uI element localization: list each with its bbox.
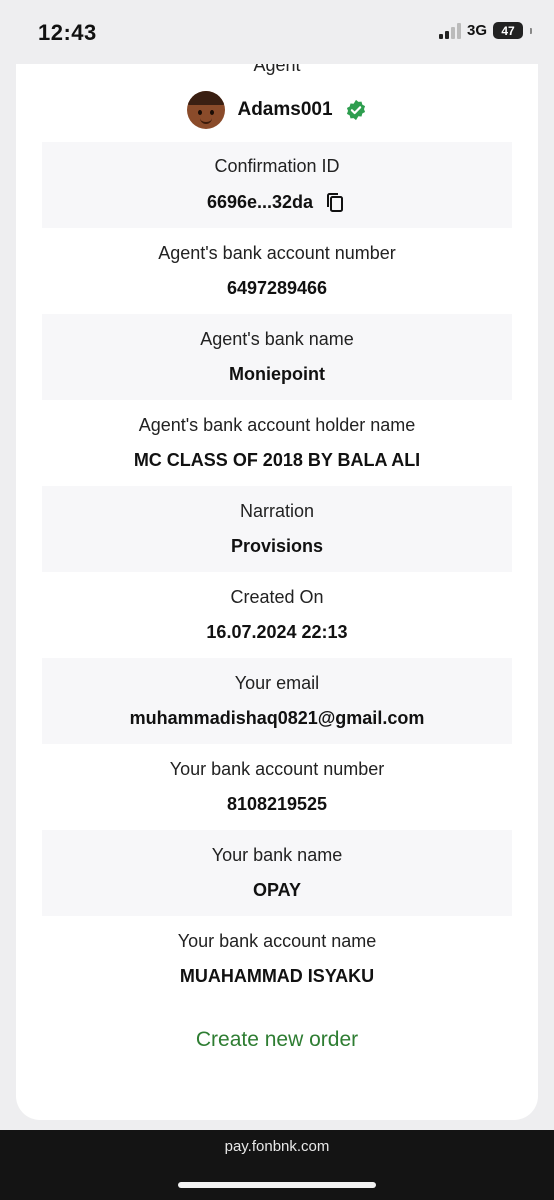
detail-value: 6696e...32da (207, 191, 347, 215)
home-indicator[interactable] (178, 1182, 376, 1188)
detail-value: OPAY (252, 880, 302, 900)
battery-level: 47 (501, 23, 515, 38)
confirmation-id-value: 6696e...32da (206, 192, 314, 212)
detail-value: MUAHAMMAD ISYAKU (179, 966, 375, 986)
detail-label: Agent's bank account holder name (138, 415, 416, 435)
details-list: Confirmation ID 6696e...32da Agent's ban… (42, 142, 512, 1002)
detail-row-confirmation-id: Confirmation ID 6696e...32da (42, 142, 512, 228)
detail-row-your-email: Your email muhammadishaq0821@gmail.com (42, 658, 512, 744)
detail-label: Your bank account name (177, 931, 377, 951)
detail-label: Your bank account number (169, 759, 385, 779)
detail-value: Provisions (230, 536, 324, 556)
detail-row-your-account-name: Your bank account name MUAHAMMAD ISYAKU (42, 916, 512, 1002)
detail-value: 16.07.2024 22:13 (206, 622, 348, 642)
detail-value: MC CLASS OF 2018 BY BALA ALI (133, 450, 421, 470)
detail-value: Moniepoint (229, 364, 325, 384)
detail-label: Created On (230, 587, 324, 607)
battery-cap (530, 27, 532, 34)
detail-label: Agent's bank account number (158, 243, 396, 263)
detail-row-your-account-number: Your bank account number 8108219525 (42, 744, 512, 830)
detail-label: Narration (239, 501, 315, 521)
create-new-order-link[interactable]: Create new order (16, 1028, 538, 1052)
verified-check-icon (346, 99, 365, 121)
status-indicators: 3G 47 (438, 22, 532, 39)
detail-label: Agent's bank name (200, 329, 354, 349)
signal-icon (438, 22, 461, 39)
network-type: 3G (466, 22, 487, 39)
detail-row-agent-account-number: Agent's bank account number 6497289466 (42, 228, 512, 314)
detail-row-narration: Narration Provisions (42, 486, 512, 572)
detail-row-created-on: Created On 16.07.2024 22:13 (42, 572, 512, 658)
battery-icon: 47 (493, 22, 523, 39)
agent-section-label: Agent (253, 64, 301, 75)
url-label[interactable]: pay.fonbnk.com (0, 1138, 554, 1155)
detail-label: Your bank name (211, 845, 343, 865)
copy-icon[interactable] (323, 191, 347, 215)
detail-value: muhammadishaq0821@gmail.com (129, 708, 425, 728)
status-time: 12:43 (38, 20, 97, 45)
detail-label: Your email (234, 673, 320, 693)
status-bar: 12:43 3G 47 (0, 0, 554, 64)
agent-row: Adams001 (16, 90, 538, 130)
detail-value: 8108219525 (226, 794, 328, 814)
detail-row-agent-holder-name: Agent's bank account holder name MC CLAS… (42, 400, 512, 486)
detail-label: Confirmation ID (214, 155, 340, 176)
detail-row-agent-bank-name: Agent's bank name Moniepoint (42, 314, 512, 400)
agent-avatar (187, 91, 226, 129)
agent-name: Adams001 (237, 99, 333, 120)
order-details-card: Agent Adams001 Confirmation ID 6696e...3… (16, 64, 538, 1120)
detail-row-your-bank-name: Your bank name OPAY (42, 830, 512, 916)
browser-bottom-bar: pay.fonbnk.com (0, 1130, 554, 1200)
detail-value: 6497289466 (226, 278, 328, 298)
